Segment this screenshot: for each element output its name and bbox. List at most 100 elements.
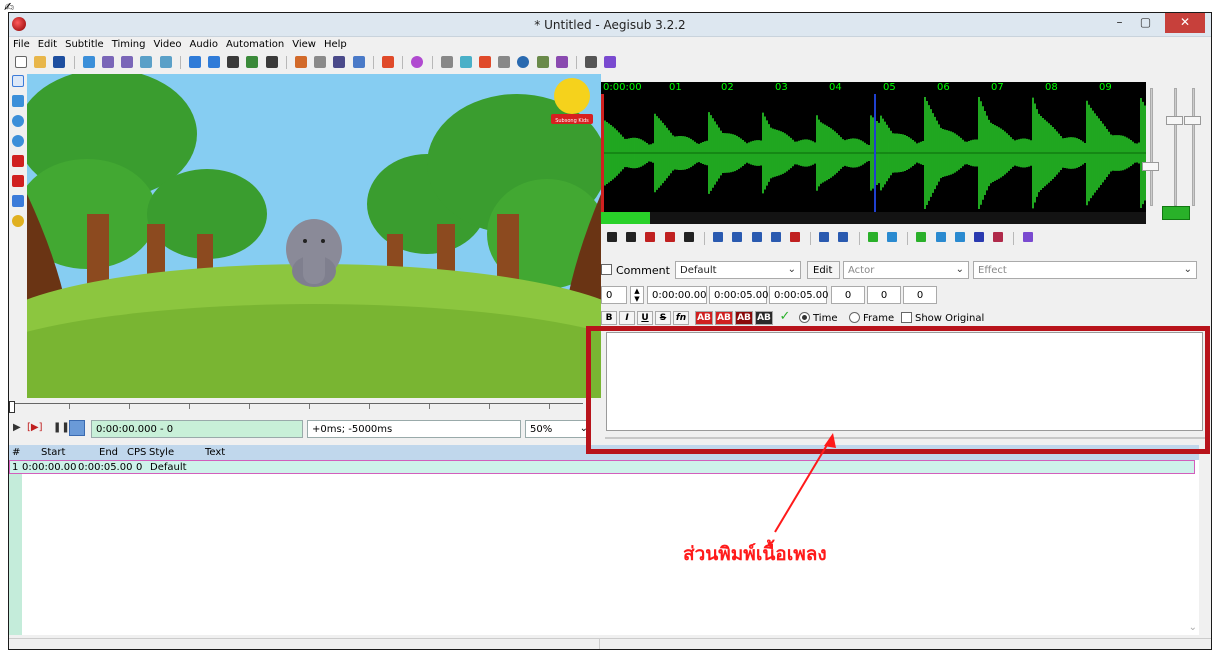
- auto-scroll-icon[interactable]: [954, 232, 965, 242]
- timer-icon[interactable]: [517, 56, 530, 68]
- karaoke-icon[interactable]: [993, 232, 1004, 242]
- open-folder-icon[interactable]: [34, 56, 47, 68]
- commit-icon[interactable]: [867, 232, 878, 242]
- menu-timing[interactable]: Timing: [108, 37, 150, 50]
- end-time-field[interactable]: 0:00:05.00: [709, 286, 768, 304]
- karaoke-mode-icon[interactable]: [1022, 232, 1033, 242]
- video-display[interactable]: Subsong Kids: [27, 74, 601, 398]
- audio-scroll-bar[interactable]: [601, 212, 1146, 224]
- volume-slider[interactable]: [1192, 88, 1195, 206]
- margin-vertical-field[interactable]: 0: [903, 286, 937, 304]
- effect-select[interactable]: Effect ⌄: [973, 261, 1197, 279]
- video-time-display[interactable]: 0:00:00.000 - 0: [91, 420, 303, 438]
- properties-icon[interactable]: [314, 56, 327, 68]
- attachments-icon[interactable]: [227, 56, 240, 68]
- auto-commit-icon[interactable]: [916, 232, 927, 242]
- save-icon[interactable]: [53, 56, 66, 68]
- play-selection-icon[interactable]: [664, 232, 675, 242]
- slider-thumb[interactable]: [1184, 116, 1201, 125]
- bold-button[interactable]: B: [601, 311, 617, 325]
- actor-select[interactable]: Actor ⌄: [843, 261, 969, 279]
- duration-field[interactable]: 0:00:05.00: [769, 286, 828, 304]
- menu-view[interactable]: View: [288, 37, 320, 50]
- comment-checkbox[interactable]: [601, 264, 612, 276]
- prev-line-icon[interactable]: [607, 232, 617, 242]
- translation-assistant-icon[interactable]: [411, 56, 424, 68]
- shift-times-icon[interactable]: [479, 56, 492, 68]
- horizontal-zoom-slider[interactable]: [1150, 88, 1153, 206]
- link-sliders-icon[interactable]: [1162, 206, 1190, 220]
- underline-button[interactable]: U: [637, 311, 653, 325]
- auto-next-icon[interactable]: [935, 232, 946, 242]
- time-radio[interactable]: [799, 312, 810, 324]
- standard-tool-icon[interactable]: [12, 75, 24, 87]
- strikeout-button[interactable]: S: [655, 311, 671, 325]
- jump-to-icon[interactable]: [82, 56, 95, 68]
- style-select[interactable]: Default ⌄: [675, 261, 801, 279]
- play-end-icon[interactable]: [732, 232, 743, 242]
- play-line-icon[interactable]: [▶]: [27, 422, 43, 433]
- scroll-down-icon[interactable]: ⌄: [1189, 622, 1197, 633]
- menu-video[interactable]: Video: [150, 37, 186, 50]
- start-time-field[interactable]: 0:00:00.00: [647, 286, 707, 304]
- menu-file[interactable]: File: [9, 37, 34, 50]
- next-line-icon[interactable]: [626, 232, 637, 242]
- edit-style-button[interactable]: Edit: [807, 261, 840, 279]
- outline-color-button[interactable]: AB: [735, 311, 753, 325]
- kanji-timer-icon[interactable]: [333, 56, 346, 68]
- commit-check-icon[interactable]: ✓: [777, 310, 793, 325]
- drag-tool-icon[interactable]: [12, 95, 24, 107]
- subtitle-grid[interactable]: # Start End CPS Style Text 1 0:00:00.00 …: [9, 445, 1199, 635]
- vector-clip-tool-icon[interactable]: [12, 195, 24, 207]
- help-tool-icon[interactable]: [12, 215, 24, 227]
- spectrum-icon[interactable]: [973, 232, 984, 242]
- zoom-select[interactable]: 50% ⌄: [525, 420, 588, 438]
- spellcheck-icon[interactable]: [536, 56, 549, 68]
- snap-start-icon[interactable]: [140, 56, 153, 68]
- margin-right-field[interactable]: 0: [867, 286, 901, 304]
- lead-out-icon[interactable]: [838, 232, 849, 242]
- minimize-button[interactable]: –: [1106, 13, 1133, 33]
- replace-icon[interactable]: [208, 56, 221, 68]
- rotate-z-tool-icon[interactable]: [12, 115, 24, 127]
- maximize-button[interactable]: ▢: [1132, 13, 1159, 33]
- menu-subtitle[interactable]: Subtitle: [61, 37, 108, 50]
- slider-thumb[interactable]: [1142, 162, 1159, 171]
- layer-spinner[interactable]: ▲ ▼: [630, 286, 644, 304]
- assistant-icon[interactable]: [555, 56, 568, 68]
- jump-end-icon[interactable]: [121, 56, 134, 68]
- primary-color-button[interactable]: AB: [695, 311, 713, 325]
- secondary-color-button[interactable]: AB: [715, 311, 733, 325]
- play-to-end-icon[interactable]: [789, 232, 800, 242]
- shadow-color-button[interactable]: AB: [755, 311, 773, 325]
- play-icon[interactable]: ▶: [13, 422, 21, 433]
- options-icon[interactable]: [585, 56, 598, 68]
- video-seek-bar[interactable]: [9, 401, 587, 415]
- fonts-collector-icon[interactable]: [246, 56, 259, 68]
- visual-typesetting-icon[interactable]: [604, 56, 617, 68]
- frame-radio[interactable]: [849, 312, 860, 324]
- timing-postprocessor-icon[interactable]: [352, 56, 365, 68]
- pause-icon[interactable]: ❚❚: [53, 422, 70, 433]
- vertical-zoom-slider[interactable]: [1174, 88, 1177, 206]
- play-500-before-icon[interactable]: [751, 232, 762, 242]
- stop-icon[interactable]: [683, 232, 694, 242]
- jump-start-icon[interactable]: [101, 56, 114, 68]
- menu-edit[interactable]: Edit: [34, 37, 61, 50]
- go-to-icon[interactable]: [887, 232, 897, 242]
- autoscroll-icon[interactable]: [69, 420, 85, 436]
- audio-waveform-display[interactable]: 0:00:00 01 02 03 04 05 06 07 08 09: [601, 82, 1146, 224]
- menu-automation[interactable]: Automation: [222, 37, 288, 50]
- select-lines-icon[interactable]: [498, 56, 511, 68]
- rotate-xy-tool-icon[interactable]: [12, 135, 24, 147]
- new-file-icon[interactable]: [15, 56, 27, 68]
- menu-help[interactable]: Help: [320, 37, 351, 50]
- styles-manager-icon[interactable]: [295, 56, 307, 68]
- margin-left-field[interactable]: 0: [831, 286, 865, 304]
- layer-field[interactable]: 0: [601, 286, 627, 304]
- play-start-icon[interactable]: [713, 232, 724, 242]
- slider-thumb[interactable]: [1166, 116, 1183, 125]
- split-icon[interactable]: [440, 56, 453, 68]
- seek-thumb[interactable]: [9, 401, 15, 413]
- clip-tool-icon[interactable]: [12, 175, 24, 187]
